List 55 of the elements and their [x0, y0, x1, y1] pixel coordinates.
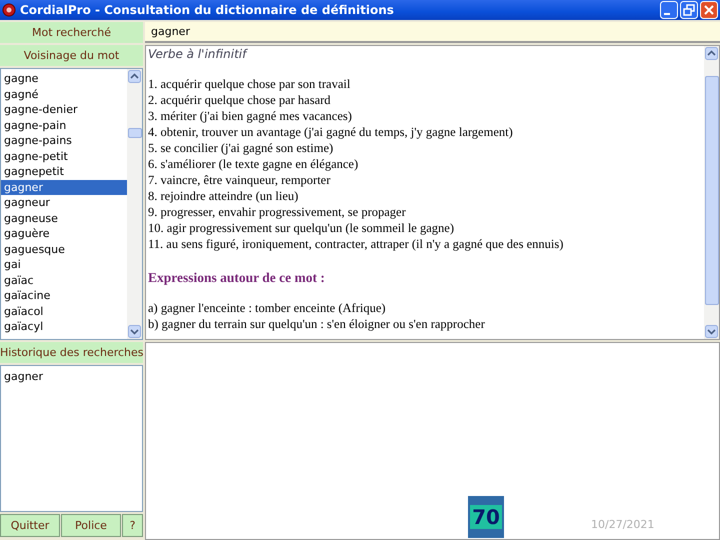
scroll-down-icon[interactable] [705, 325, 718, 338]
word-list-item[interactable]: gagnepetit [1, 164, 127, 180]
word-category: Verbe à l'infinitif [148, 46, 249, 62]
word-list-item[interactable]: gagneuse [1, 210, 127, 226]
word-list-item[interactable]: gagne [1, 71, 127, 86]
expressions-heading: Expressions autour de ce mot : [148, 270, 326, 286]
footer-button[interactable]: ? [122, 514, 143, 537]
definition-line: 1. acquérir quelque chose par son travail [148, 76, 352, 92]
footer-button[interactable]: Quitter [0, 514, 60, 537]
definition-line: 9. progresser, envahir progressivement, se propager [148, 204, 407, 220]
expression-line: a) gagner l'enceinte : tomber enceinte (Afrique) [148, 300, 387, 316]
word-list-item[interactable]: gaïac [1, 272, 127, 288]
restore-button[interactable] [680, 1, 698, 19]
word-list-item[interactable]: gai [1, 257, 127, 272]
word-list-item[interactable]: gagne-denier [1, 102, 127, 118]
search-label: Mot recherché [0, 22, 143, 43]
definition-line: 7. vaincre, être vainqueur, remporter [148, 172, 332, 188]
expression-line: b) gagner du terrain sur quelqu'un : s'en éloigner ou s'en rapprocher [148, 316, 486, 332]
scrollbar[interactable] [704, 46, 719, 339]
footer-button[interactable]: Police [61, 514, 121, 537]
word-list-item[interactable]: gaïacol [1, 304, 127, 319]
scroll-up-icon[interactable] [128, 70, 141, 83]
word-list-item[interactable]: gagne-pain [1, 118, 127, 133]
scroll-down-icon[interactable] [128, 325, 141, 338]
window-title: CordialPro - Consultation du dictionnaire de définitions [20, 3, 395, 17]
close-button[interactable] [700, 1, 718, 19]
word-list-item[interactable]: gaïacyl [1, 319, 127, 334]
definition-line: 3. mériter (j'ai bien gagné mes vacances) [148, 108, 353, 124]
history-label: Historique des recherches [0, 342, 143, 363]
history-item[interactable]: gagner [1, 369, 142, 384]
word-list-item[interactable]: gagne-petit [1, 148, 127, 164]
app-logo-icon [2, 3, 16, 17]
slide-number: 70 [470, 505, 502, 529]
scroll-thumb[interactable] [704, 76, 718, 305]
search-field[interactable]: gagner [145, 22, 720, 43]
word-list-item[interactable]: gagné [1, 86, 127, 102]
word-list-item[interactable]: gaguère [1, 226, 127, 242]
word-list-item[interactable]: gagneur [1, 195, 127, 210]
scrollbar[interactable] [127, 69, 142, 339]
date-text: 10/27/2021 [591, 518, 654, 531]
scroll-thumb[interactable] [128, 128, 142, 138]
definition-line: 8. rejoindre atteindre (un lieu) [148, 188, 300, 204]
definition-line: 5. se concilier (j'ai gagné son estime) [148, 140, 334, 156]
word-list-item[interactable]: gagner [1, 180, 127, 195]
word-list-item[interactable]: gaïacine [1, 288, 127, 304]
scroll-up-icon[interactable] [705, 47, 718, 60]
definition-line: 4. obtenir, trouver un avantage (j'ai gagné du temps, j'y gagne largement) [148, 124, 514, 140]
definition-line: 11. au sens figuré, ironiquement, contracter, attraper (il n'y a gagné que des ennuis) [148, 236, 564, 252]
word-list-item[interactable]: gaguesque [1, 242, 127, 257]
neighbors-label: Voisinage du mot [0, 45, 143, 66]
definition-line: 10. agir progressivement sur quelqu'un (le sommeil le gagne) [148, 220, 455, 236]
definition-line: 2. acquérir quelque chose par hasard [148, 92, 332, 108]
minimize-button[interactable] [660, 1, 678, 19]
definition-line: 6. s'améliorer (le texte gagne en élégance) [148, 156, 360, 172]
word-list-item[interactable]: gagne-pains [1, 133, 127, 148]
